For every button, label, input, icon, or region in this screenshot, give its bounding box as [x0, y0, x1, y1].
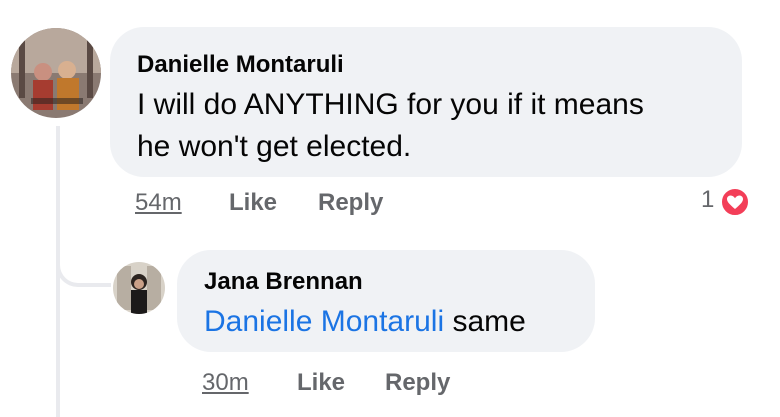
- comment-reply-button[interactable]: Reply: [318, 189, 383, 217]
- comment-like-button[interactable]: Like: [229, 189, 277, 217]
- comment-timestamp[interactable]: 54m: [135, 189, 182, 217]
- reaction-count[interactable]: 1: [701, 186, 714, 214]
- comment-text-line-1: I will do ANYTHING for you if it means: [137, 88, 644, 121]
- comment-author[interactable]: Danielle Montaruli: [137, 51, 344, 79]
- reply-text: Danielle Montaruli same: [204, 300, 526, 344]
- reply-reply-button[interactable]: Reply: [385, 369, 450, 397]
- comment-text-line-2: he won't get elected.: [137, 130, 412, 163]
- comment-bubble: Danielle Montaruli I will do ANYTHING fo…: [110, 27, 742, 177]
- reply-like-button[interactable]: Like: [297, 369, 345, 397]
- mention-link[interactable]: Danielle Montaruli: [204, 305, 444, 338]
- avatar[interactable]: [113, 262, 165, 314]
- avatar-photo: [113, 262, 165, 314]
- reply-bubble: Jana Brennan Danielle Montaruli same: [177, 250, 595, 352]
- avatar-photo: [11, 28, 101, 118]
- reply-connector: [56, 242, 111, 287]
- reply-timestamp[interactable]: 30m: [202, 369, 249, 397]
- reply-author[interactable]: Jana Brennan: [204, 268, 363, 296]
- reply-text-body: same: [444, 305, 526, 338]
- heart-icon[interactable]: [720, 187, 750, 217]
- avatar[interactable]: [11, 28, 101, 118]
